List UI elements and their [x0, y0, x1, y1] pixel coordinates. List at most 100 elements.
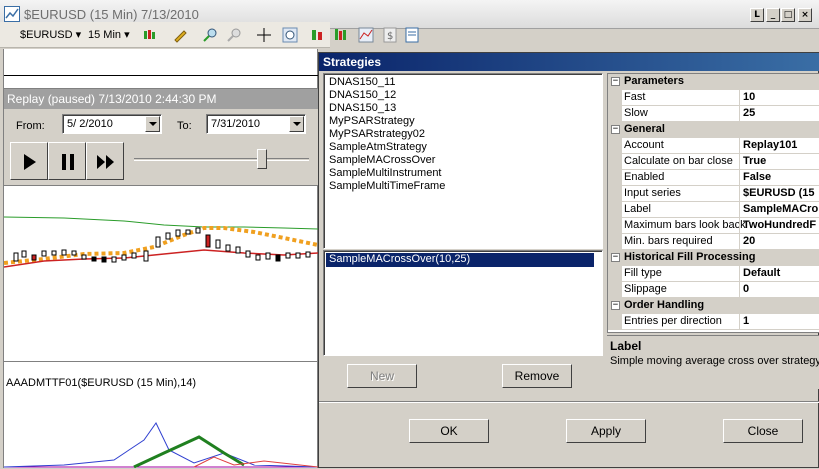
configured-strategies-list[interactable]: SampleMACrossOver(10,25): [323, 250, 603, 356]
list-item[interactable]: MyPSARStrategy: [329, 115, 415, 127]
from-label: From:: [16, 120, 45, 132]
list-item[interactable]: MyPSARstrategy02: [329, 128, 425, 140]
property-description-panel: Label Simple moving average cross over s…: [607, 335, 819, 389]
replay-speed-track[interactable]: [134, 158, 309, 161]
instrument-selector[interactable]: $EURUSD ▾: [20, 26, 81, 44]
indicator-plot: [4, 422, 318, 468]
dialog-title: Strategies: [323, 55, 382, 69]
list-item[interactable]: DNAS150_12: [329, 89, 396, 101]
category-historical-fill-processing[interactable]: − Historical Fill Processing: [608, 250, 819, 266]
zoom-out-icon[interactable]: [226, 27, 242, 43]
close-button[interactable]: Close: [723, 419, 803, 443]
property-fill-type[interactable]: Fill type Default: [608, 266, 819, 282]
chevron-down-icon: ▾: [75, 29, 82, 41]
list-item[interactable]: DNAS150_11: [329, 76, 395, 88]
slow-ma-line: [4, 226, 318, 265]
chevron-down-icon: ▾: [124, 29, 130, 41]
chart-window: $EURUSD (15 Min) 7/13/2010 L _ □ × $EURU…: [0, 0, 819, 469]
replay-header: Replay (paused) 7/13/2010 2:44:30 PM: [4, 89, 325, 109]
interval-selector[interactable]: 15 Min ▾: [88, 26, 130, 44]
property-slow[interactable]: Slow 25: [608, 106, 819, 122]
property-account[interactable]: Account Replay101: [608, 138, 819, 154]
strategies-icon[interactable]: [310, 27, 326, 43]
drawing-tool-icon[interactable]: [172, 27, 188, 43]
to-date-picker[interactable]: 7/31/2010: [206, 114, 306, 134]
bar-style-icon[interactable]: [142, 27, 158, 43]
properties-icon[interactable]: [404, 27, 420, 43]
description-title: Label: [610, 339, 642, 353]
magnifier-icon[interactable]: [282, 27, 298, 43]
link-button[interactable]: L: [750, 8, 764, 22]
apply-button[interactable]: Apply: [566, 419, 646, 443]
property-fast[interactable]: Fast 10: [608, 90, 819, 106]
fast-ma-line: [4, 249, 318, 268]
dialog-title-bar[interactable]: Strategies: [319, 53, 819, 71]
list-item[interactable]: SampleMultiInstrument: [329, 167, 442, 179]
ok-button[interactable]: OK: [409, 419, 489, 443]
play-button[interactable]: [10, 142, 48, 180]
replay-title: Replay (paused) 7/13/2010 2:44:30 PM: [7, 92, 217, 106]
property-grid[interactable]: − Parameters Fast 10 Slow 25 − General A…: [607, 73, 819, 333]
collapse-icon[interactable]: −: [611, 125, 620, 134]
panel-separator: [3, 361, 318, 362]
from-date-value: 5/ 2/2010: [67, 118, 113, 130]
upper-band-line: [4, 216, 318, 230]
indicators-icon[interactable]: [334, 27, 350, 43]
crosshair-icon[interactable]: [256, 27, 272, 43]
list-item[interactable]: SampleMultiTimeFrame: [329, 180, 445, 192]
category-general[interactable]: − General: [608, 122, 819, 138]
indicator-label: AAADMTTF01($EURUSD (15 Min),14): [6, 377, 197, 389]
list-item[interactable]: SampleMACrossOver: [329, 154, 435, 166]
candlestick-plot: [4, 216, 318, 268]
collapse-icon[interactable]: −: [611, 77, 620, 86]
from-date-picker[interactable]: 5/ 2/2010: [62, 114, 162, 134]
svg-text:$: $: [387, 31, 393, 42]
remove-button[interactable]: Remove: [502, 364, 572, 388]
property-calculate-on-bar-close[interactable]: Calculate on bar close True: [608, 154, 819, 170]
window-title: $EURUSD (15 Min) 7/13/2010: [24, 7, 199, 22]
play-icon: [24, 154, 36, 170]
minimize-button[interactable]: _: [766, 8, 780, 22]
property-slippage[interactable]: Slippage 0: [608, 282, 819, 298]
pause-button[interactable]: [48, 142, 86, 180]
maximize-button[interactable]: □: [781, 8, 795, 22]
zoom-in-icon[interactable]: [202, 27, 218, 43]
grid-line: [3, 75, 318, 76]
chart-app-icon: [4, 6, 20, 22]
strategies-dialog: Strategies DNAS150_11 DNAS150_12 DNAS150…: [318, 52, 819, 468]
chart-toolbar: $EURUSD ▾ 15 Min ▾: [0, 22, 330, 48]
chevron-down-icon[interactable]: [289, 116, 304, 132]
available-strategies-list[interactable]: DNAS150_11 DNAS150_12 DNAS150_13 MyPSARS…: [323, 73, 603, 249]
property-maximum-bars-look-back[interactable]: Maximum bars look back TwoHundredF: [608, 218, 819, 234]
property-input-series[interactable]: Input series $EURUSD (15: [608, 186, 819, 202]
new-button[interactable]: New: [347, 364, 417, 388]
property-enabled[interactable]: Enabled False: [608, 170, 819, 186]
collapse-icon[interactable]: −: [611, 253, 620, 262]
to-label: To:: [177, 120, 192, 132]
collapse-icon[interactable]: −: [611, 301, 620, 310]
property-entries-per-direction[interactable]: Entries per direction 1: [608, 314, 819, 330]
property-label[interactable]: Label SampleMACro: [608, 202, 819, 218]
category-parameters[interactable]: − Parameters: [608, 74, 819, 90]
instrument-label: $EURUSD: [20, 29, 73, 41]
chevron-down-icon[interactable]: [145, 116, 160, 132]
interval-label: 15 Min: [88, 29, 122, 41]
category-order-handling[interactable]: − Order Handling: [608, 298, 819, 314]
pause-icon: [62, 154, 74, 170]
property-min-bars-required[interactable]: Min. bars required 20: [608, 234, 819, 250]
replay-speed-slider[interactable]: [256, 149, 267, 169]
list-item[interactable]: SampleAtmStrategy: [329, 141, 427, 153]
selected-strategy-label: SampleMACrossOver(10,25): [329, 253, 471, 265]
fast-forward-button[interactable]: [86, 142, 124, 180]
fast-forward-icon: [97, 155, 114, 169]
list-item-selected[interactable]: SampleMACrossOver(10,25): [326, 253, 594, 267]
close-window-button[interactable]: ×: [798, 8, 812, 22]
replay-panel: Replay (paused) 7/13/2010 2:44:30 PM Fro…: [3, 88, 326, 186]
description-text: Simple moving average cross over strateg…: [610, 355, 819, 367]
chart-data-icon[interactable]: [358, 27, 374, 43]
indicator-line-blue: [4, 422, 318, 468]
dialog-separator: [319, 401, 819, 403]
to-date-value: 7/31/2010: [211, 118, 260, 130]
dollar-icon[interactable]: $: [382, 27, 398, 43]
list-item[interactable]: DNAS150_13: [329, 102, 396, 114]
